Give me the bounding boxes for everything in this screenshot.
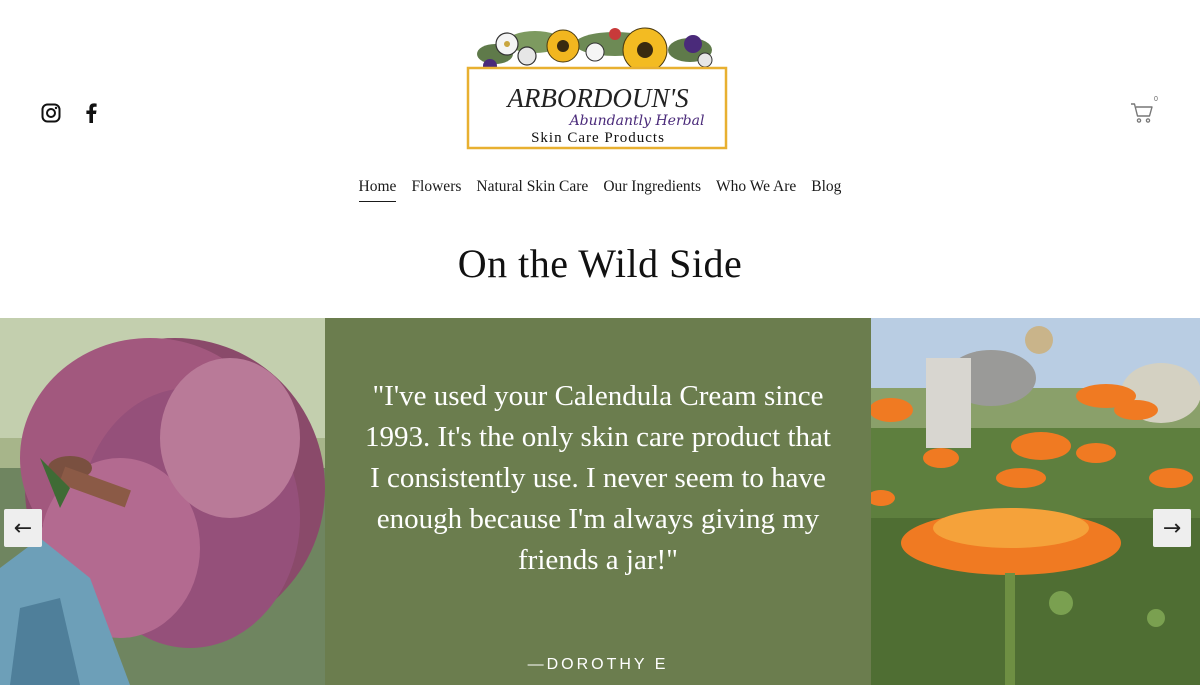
logo-line-1: ARBORDOUN'S	[505, 83, 689, 113]
gallery-prev-button[interactable]: ←	[4, 509, 42, 547]
arrow-left-icon: ←	[13, 515, 33, 541]
site-header: ARBORDOUN'S Abundantly Herbal Skin Care …	[0, 0, 1200, 215]
nav-item-blog[interactable]: Blog	[811, 178, 841, 202]
gallery-next-button[interactable]: →	[1153, 509, 1191, 547]
testimonial-card: "I've used your Calendula Cream since 19…	[325, 318, 871, 685]
cart-icon	[1131, 103, 1153, 123]
logo-line-2: Abundantly Herbal	[568, 113, 705, 129]
social-links	[40, 102, 102, 124]
floral-garland	[477, 27, 713, 73]
testimonial-gallery: ← "I've used your Calendula Cream since …	[0, 318, 1200, 685]
nav-item-who-we-are[interactable]: Who We Are	[716, 178, 796, 202]
cart-button[interactable]: 0	[1128, 96, 1162, 126]
facebook-icon[interactable]	[80, 102, 102, 124]
site-logo[interactable]: ARBORDOUN'S Abundantly Herbal Skin Care …	[465, 22, 730, 152]
nav-item-home[interactable]: Home	[358, 178, 397, 202]
cart-count: 0	[1154, 96, 1158, 103]
main-nav: Home Flowers Natural Skin Care Our Ingre…	[0, 178, 1200, 202]
gallery-image-amaranth: ←	[0, 318, 325, 685]
logo-line-3: Skin Care Products	[531, 130, 665, 146]
nav-item-flowers[interactable]: Flowers	[411, 178, 461, 202]
nav-item-natural-skin-care[interactable]: Natural Skin Care	[476, 178, 588, 202]
arrow-right-icon: →	[1162, 515, 1182, 541]
page-title: On the Wild Side	[457, 241, 743, 286]
testimonial-quote: "I've used your Calendula Cream since 19…	[365, 380, 831, 576]
testimonial-author: —DOROTHY E	[527, 656, 669, 673]
instagram-icon[interactable]	[40, 102, 62, 124]
gallery-image-calendula: →	[871, 318, 1200, 685]
nav-item-our-ingredients[interactable]: Our Ingredients	[603, 178, 701, 202]
